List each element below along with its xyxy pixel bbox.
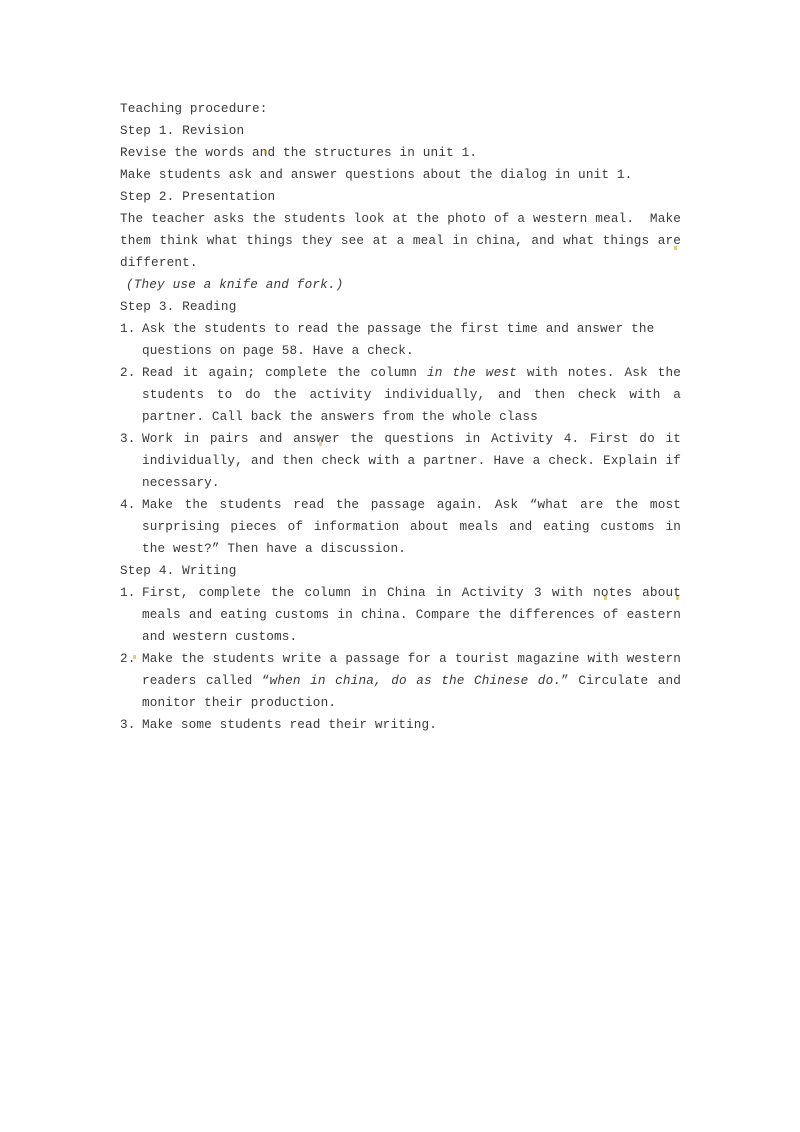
- step-2-italic-note: (They use a knife and fork.): [126, 277, 344, 292]
- list-item-text: Work in pairs and answer the questions i…: [142, 431, 681, 490]
- step-4-title: Step 4. Writing: [120, 563, 237, 578]
- list-item-text: Make the students read the passage again…: [142, 497, 681, 556]
- list-item-marker: 2.: [120, 651, 136, 666]
- step-3-list: 1. Ask the students to read the passage t…: [120, 318, 681, 560]
- list-item-marker: 2.: [120, 365, 136, 380]
- list-item: 1. First, complete the column in China in…: [120, 582, 681, 648]
- list-item-emphasis: when in china, do as the Chinese do.: [269, 673, 562, 688]
- list-item: 3. Work in pairs and answer the questions…: [120, 428, 681, 494]
- document-page: Teaching procedure: Step 1. Revision Rev…: [0, 0, 800, 1132]
- step-2-paragraph-1: The teacher asks the students look at th…: [120, 211, 689, 270]
- list-item: 2. Read it again; complete the column in …: [120, 362, 681, 428]
- list-item-marker: 3.: [120, 717, 136, 732]
- list-item: 2. Make the students write a passage for …: [120, 648, 681, 714]
- step-1-paragraph-2: Make students ask and answer questions a…: [120, 167, 633, 182]
- step-2-title: Step 2. Presentation: [120, 189, 276, 204]
- list-item: 3. Make some students read their writing.: [120, 714, 681, 736]
- list-item-marker: 1.: [120, 321, 136, 336]
- list-item-marker: 4.: [120, 497, 136, 512]
- step-1-title: Step 1. Revision: [120, 123, 245, 138]
- list-item: 4. Make the students read the passage aga…: [120, 494, 681, 560]
- list-item-marker: 1.: [120, 585, 136, 600]
- list-item-text: First, complete the column in China in A…: [142, 585, 681, 644]
- step-1-paragraph-1: Revise the words and the structures in u…: [120, 145, 478, 160]
- step-3-title: Step 3. Reading: [120, 299, 237, 314]
- list-item: 1. Ask the students to read the passage t…: [120, 318, 681, 362]
- step-4-list: 1. First, complete the column in China in…: [120, 582, 681, 736]
- document-body: Teaching procedure: Step 1. Revision Rev…: [120, 98, 681, 736]
- list-item-marker: 3.: [120, 431, 136, 446]
- list-item-text: Make some students read their writing.: [142, 717, 438, 732]
- document-heading: Teaching procedure:: [120, 101, 268, 116]
- list-item-text: Ask the students to read the passage the…: [142, 321, 655, 358]
- list-item-text: Read it again; complete the column: [142, 365, 428, 380]
- list-item-emphasis: in the west: [427, 365, 517, 380]
